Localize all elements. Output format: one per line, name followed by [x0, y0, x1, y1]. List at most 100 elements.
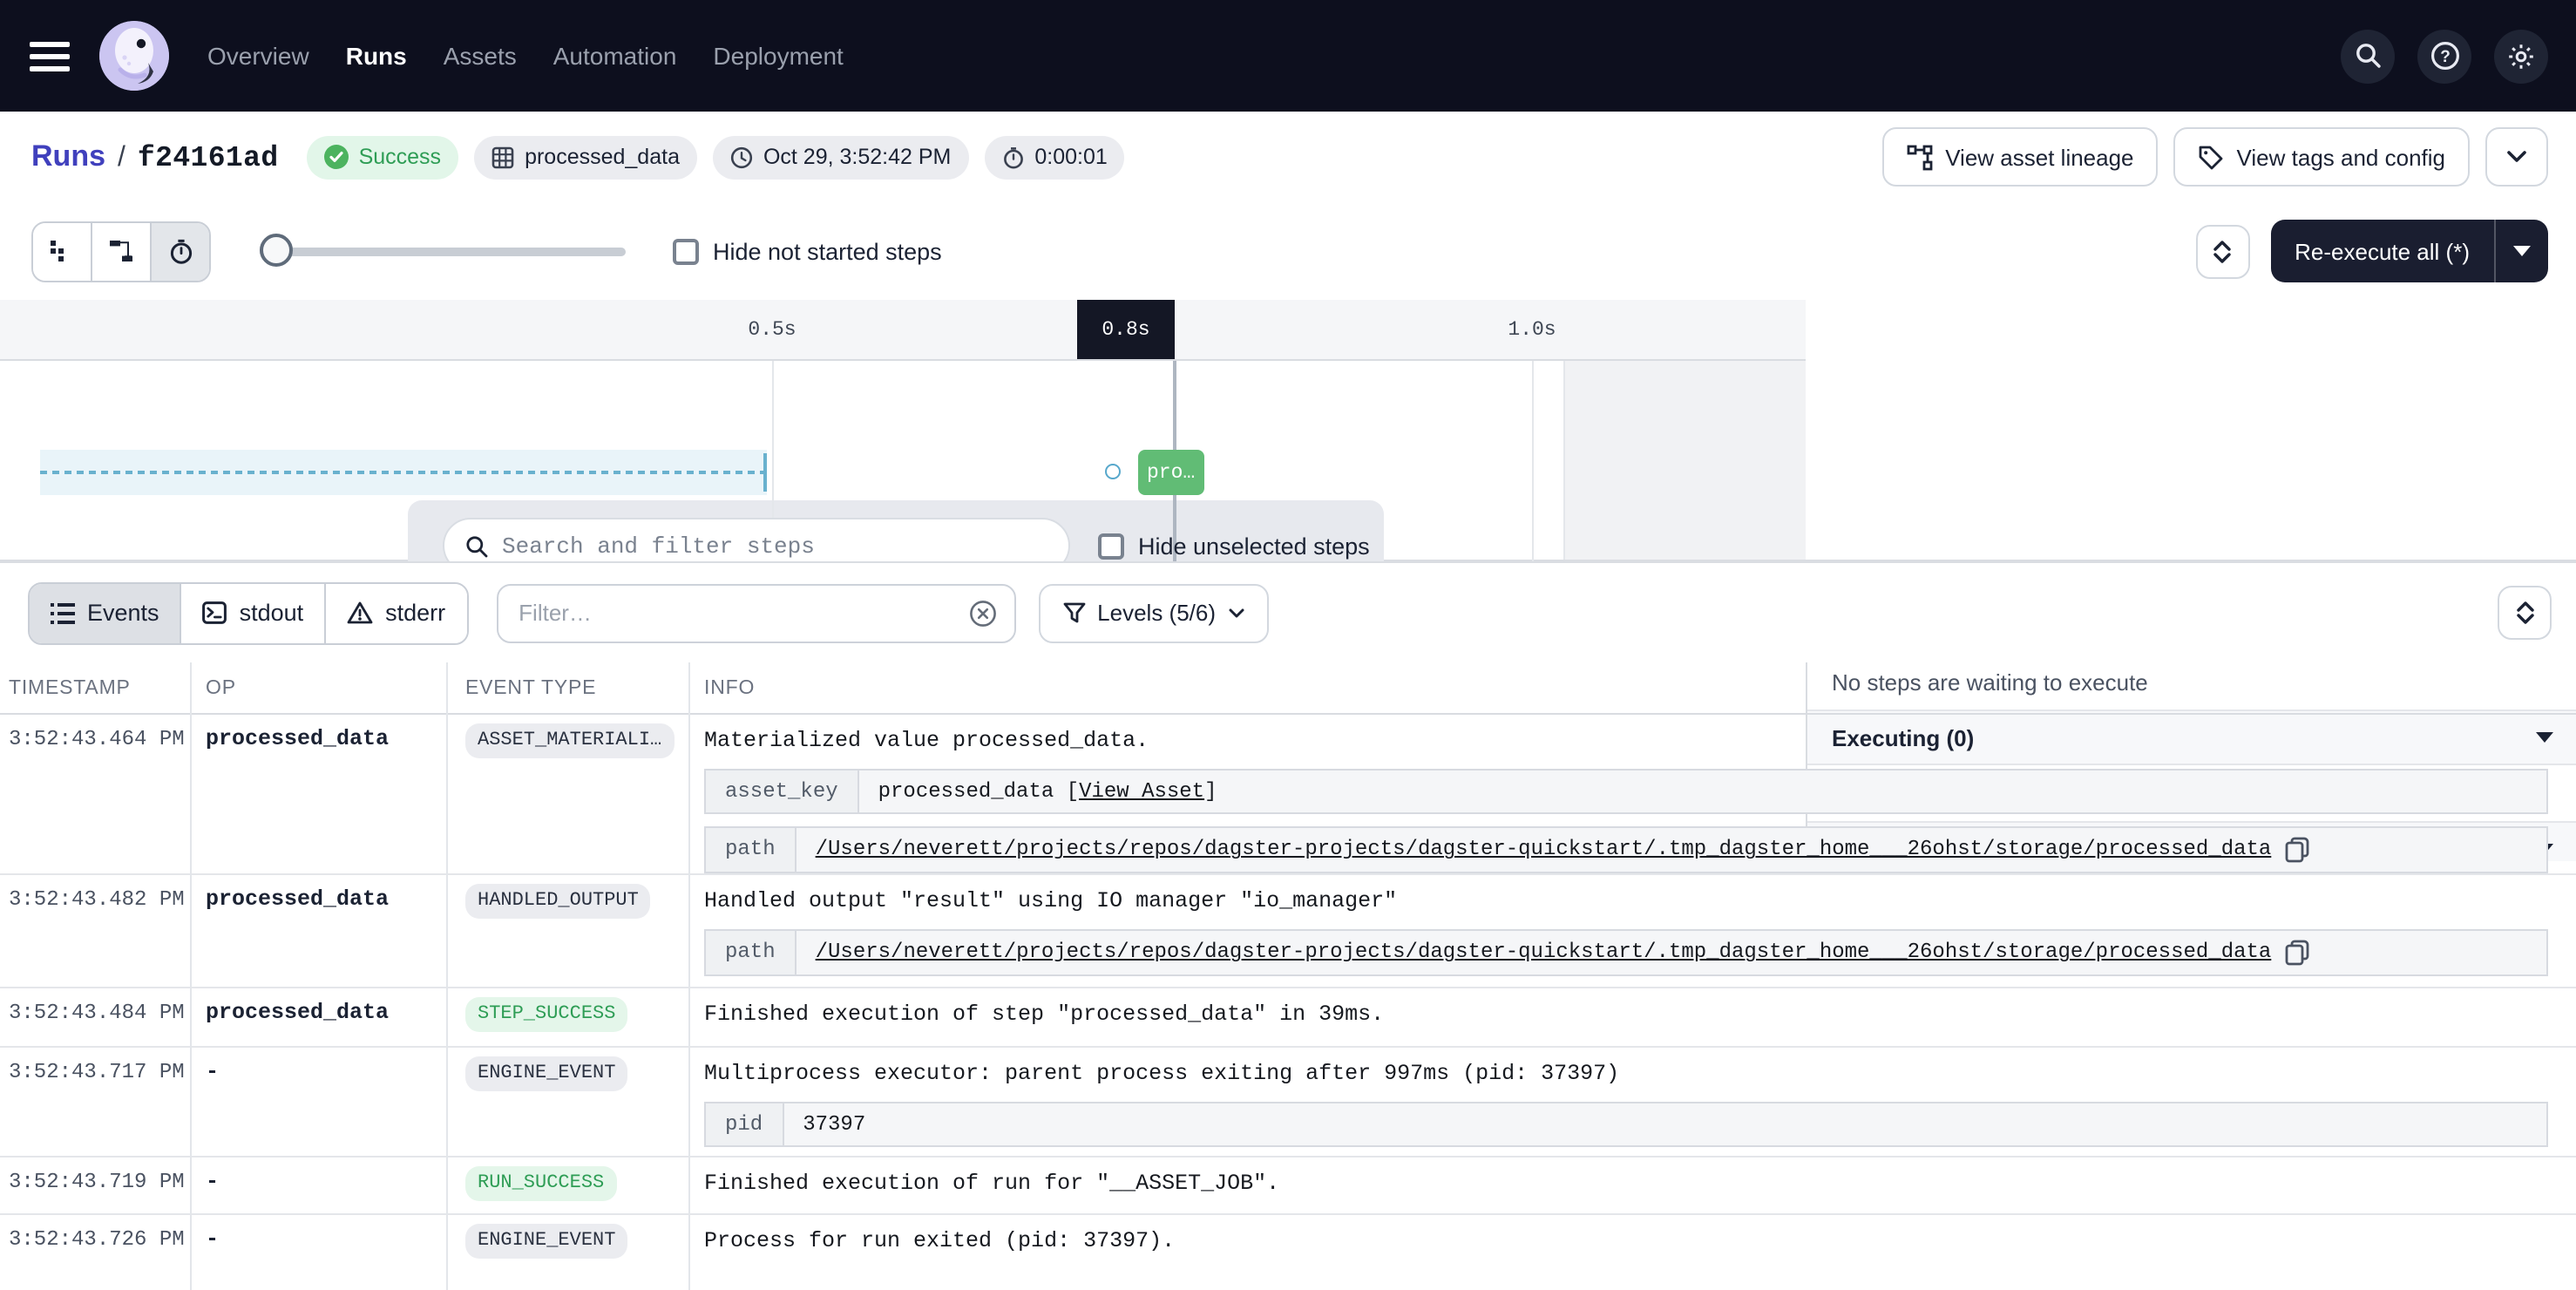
metadata-table: pid37397: [704, 1102, 2548, 1147]
metadata-table: path/Users/neverett/projects/repos/dagst…: [704, 929, 2548, 976]
view-asset-lineage-button[interactable]: View asset lineage: [1882, 127, 2158, 187]
log-expand-button[interactable]: [2498, 586, 2552, 640]
reexecute-all-label: Re-execute all (*): [2270, 220, 2494, 282]
log-info: Finished execution of step "processed_da…: [688, 988, 2576, 1030]
log-op: -: [190, 1215, 446, 1252]
log-op: -: [190, 1158, 446, 1194]
waterfall-icon: [108, 239, 134, 263]
zoom-slider[interactable]: [260, 234, 626, 268]
step-search-input[interactable]: Search and filter steps: [443, 518, 1070, 561]
success-check-icon: [324, 145, 349, 169]
gantt-expand-button[interactable]: [2195, 224, 2249, 278]
search-icon[interactable]: [2341, 29, 2395, 83]
chevron-up-icon: [2516, 601, 2533, 612]
zoom-slider-handle[interactable]: [260, 234, 293, 267]
help-icon[interactable]: ?: [2417, 29, 2471, 83]
step-start-marker: [1105, 464, 1121, 479]
dependency-end-tick: [763, 453, 767, 492]
asset-grid-icon: [491, 146, 514, 168]
dagster-logo-icon[interactable]: [99, 21, 169, 91]
nav-item-runs[interactable]: Runs: [346, 42, 407, 70]
log-info: Finished execution of run for "__ASSET_J…: [688, 1158, 2576, 1199]
svg-text:?: ?: [2439, 48, 2450, 66]
reexecute-all-button[interactable]: Re-execute all (*): [2270, 220, 2548, 282]
metadata-table: asset_keyprocessed_data [View Asset]: [704, 769, 2548, 814]
start-time-badge: Oct 29, 3:52:42 PM: [713, 135, 968, 179]
log-timestamp: 3:52:43.464 PM: [0, 715, 190, 751]
step-waiting-band: [40, 450, 767, 495]
chevron-down-icon: [2516, 614, 2533, 624]
menu-icon[interactable]: [30, 41, 70, 71]
copy-icon[interactable]: [2285, 940, 2309, 966]
hide-unselected-checkbox[interactable]: [1098, 533, 1124, 559]
metadata-table: path/Users/neverett/projects/repos/dagst…: [704, 826, 2548, 873]
chevron-down-icon: [2506, 150, 2527, 164]
nav-item-automation[interactable]: Automation: [553, 42, 677, 70]
tab-events[interactable]: Events: [30, 583, 182, 642]
metadata-value: 37397: [783, 1103, 2546, 1145]
chevron-down-icon: [1228, 608, 1244, 618]
log-timestamp: 3:52:43.717 PM: [0, 1048, 190, 1084]
log-table-body: 3:52:43.464 PMprocessed_dataASSET_MATERI…: [0, 715, 2576, 1290]
view-tags-config-button[interactable]: View tags and config: [2174, 127, 2470, 187]
event-type-pill: ENGINE_EVENT: [465, 1056, 627, 1091]
gantt-axis: 0.5s 1.0s 0.8s: [0, 300, 1806, 361]
log-row: 3:52:43.484 PMprocessed_dataSTEP_SUCCESS…: [0, 988, 2576, 1048]
dependency-dashed-line: [40, 471, 763, 474]
gridline-1-0s: [1532, 361, 1534, 561]
dagster-run-page: Overview Runs Assets Automation Deployment ?…: [0, 0, 2576, 1290]
nav-item-overview[interactable]: Overview: [207, 42, 309, 70]
path-link[interactable]: /Users/neverett/projects/repos/dagster-p…: [816, 940, 2272, 965]
log-info: Materialized value processed_data.asset_…: [688, 715, 2576, 873]
copy-icon[interactable]: [2285, 837, 2309, 863]
step-bar-processed-data[interactable]: pro…: [1138, 450, 1204, 495]
log-row: 3:52:43.464 PMprocessed_dataASSET_MATERI…: [0, 715, 2576, 875]
run-more-actions-button[interactable]: [2485, 127, 2548, 187]
metadata-key: path: [706, 931, 797, 974]
events-list-icon: [51, 602, 75, 623]
chevron-up-icon: [2213, 240, 2231, 250]
breadcrumb-runs-link[interactable]: Runs: [31, 139, 105, 174]
log-filter-input[interactable]: Filter…: [496, 583, 1015, 642]
log-info: Process for run exited (pid: 37397).: [688, 1215, 2576, 1257]
tab-stderr[interactable]: stderr: [326, 583, 466, 642]
axis-cursor-tick: 0.8s: [1077, 300, 1175, 359]
run-header: Runs / f24161ad Success processed_data O…: [0, 112, 2576, 202]
step-bar-label: pro…: [1138, 461, 1195, 484]
settings-gear-icon[interactable]: [2494, 29, 2548, 83]
hide-not-started-checkbox-row[interactable]: Hide not started steps: [673, 238, 942, 264]
duration-badge: 0:00:01: [984, 135, 1124, 179]
hide-not-started-checkbox[interactable]: [673, 238, 699, 264]
graph-view-button[interactable]: [92, 222, 152, 280]
log-row: 3:52:43.719 PM-RUN_SUCCESSFinished execu…: [0, 1158, 2576, 1215]
metadata-key: path: [706, 828, 797, 872]
event-type-pill: ENGINE_EVENT: [465, 1224, 627, 1259]
hide-not-started-label: Hide not started steps: [713, 238, 942, 264]
nav-item-assets[interactable]: Assets: [444, 42, 517, 70]
stopwatch-icon: [1001, 146, 1024, 168]
timed-view-button[interactable]: [152, 222, 209, 280]
warning-triangle-icon: [347, 601, 373, 624]
breadcrumb: Runs / f24161ad: [31, 139, 279, 174]
flat-view-button[interactable]: [33, 222, 92, 280]
log-toolbar: Events stdout stderr Filter… Levels (5/6…: [0, 563, 2576, 662]
clock-icon: [730, 146, 753, 168]
hide-unselected-checkbox-row[interactable]: Hide unselected steps: [1098, 533, 1370, 559]
top-navbar: Overview Runs Assets Automation Deployment ?: [0, 0, 2576, 112]
axis-tick-0-5s: 0.5s: [748, 300, 796, 359]
log-op: processed_data: [190, 988, 446, 1025]
levels-filter-button[interactable]: Levels (5/6): [1038, 583, 1268, 642]
asset-badge[interactable]: processed_data: [474, 135, 697, 179]
nav-item-deployment[interactable]: Deployment: [713, 42, 843, 70]
view-asset-link[interactable]: View Asset: [1079, 779, 1204, 804]
zoom-slider-track[interactable]: [260, 248, 626, 256]
tag-icon: [2199, 144, 2225, 170]
funnel-icon: [1062, 601, 1085, 624]
path-link[interactable]: /Users/neverett/projects/repos/dagster-p…: [816, 838, 2272, 862]
log-op: -: [190, 1048, 446, 1084]
tab-stdout[interactable]: stdout: [182, 583, 327, 642]
col-event-type: EVENT TYPE: [446, 677, 688, 698]
metadata-value: /Users/neverett/projects/repos/dagster-p…: [797, 828, 2546, 872]
clear-filter-icon[interactable]: [968, 599, 996, 627]
reexecute-dropdown-button[interactable]: [2496, 220, 2548, 282]
